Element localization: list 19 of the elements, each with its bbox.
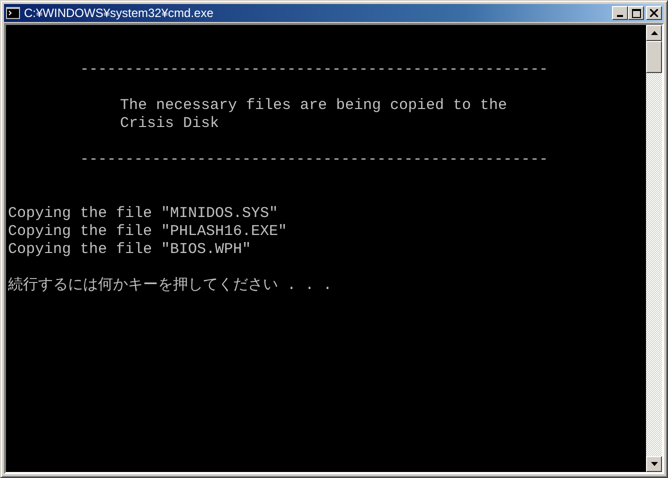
message-text: The necessary files are being copied to the Crisis Disk (120, 97, 508, 133)
dashed-rule-text: ---------------------------------------------------- (80, 151, 550, 169)
up-arrow-icon (650, 31, 658, 35)
close-button[interactable] (646, 6, 662, 20)
minimize-button[interactable] (612, 6, 628, 20)
scroll-thumb[interactable] (646, 41, 662, 73)
dashed-rule-text: ---------------------------------------------------- (80, 61, 550, 79)
output-line: Copying the file "BIOS.WPH" (8, 241, 252, 259)
output-line: Copying the file "PHLASH16.EXE" (8, 223, 288, 241)
window-title: C:¥WINDOWS¥system32¥cmd.exe (24, 6, 214, 20)
output-line: Copying the file "MINIDOS.SYS" (8, 205, 280, 223)
down-arrow-icon (650, 462, 658, 466)
console-icon (6, 7, 20, 19)
scroll-down-button[interactable] (646, 456, 662, 472)
maximize-icon (632, 8, 640, 18)
prompt-text: 続行するには何かキーを押してください . . . (8, 277, 332, 295)
close-icon (650, 9, 658, 17)
scroll-up-button[interactable] (646, 25, 662, 41)
maximize-button[interactable] (628, 6, 644, 20)
